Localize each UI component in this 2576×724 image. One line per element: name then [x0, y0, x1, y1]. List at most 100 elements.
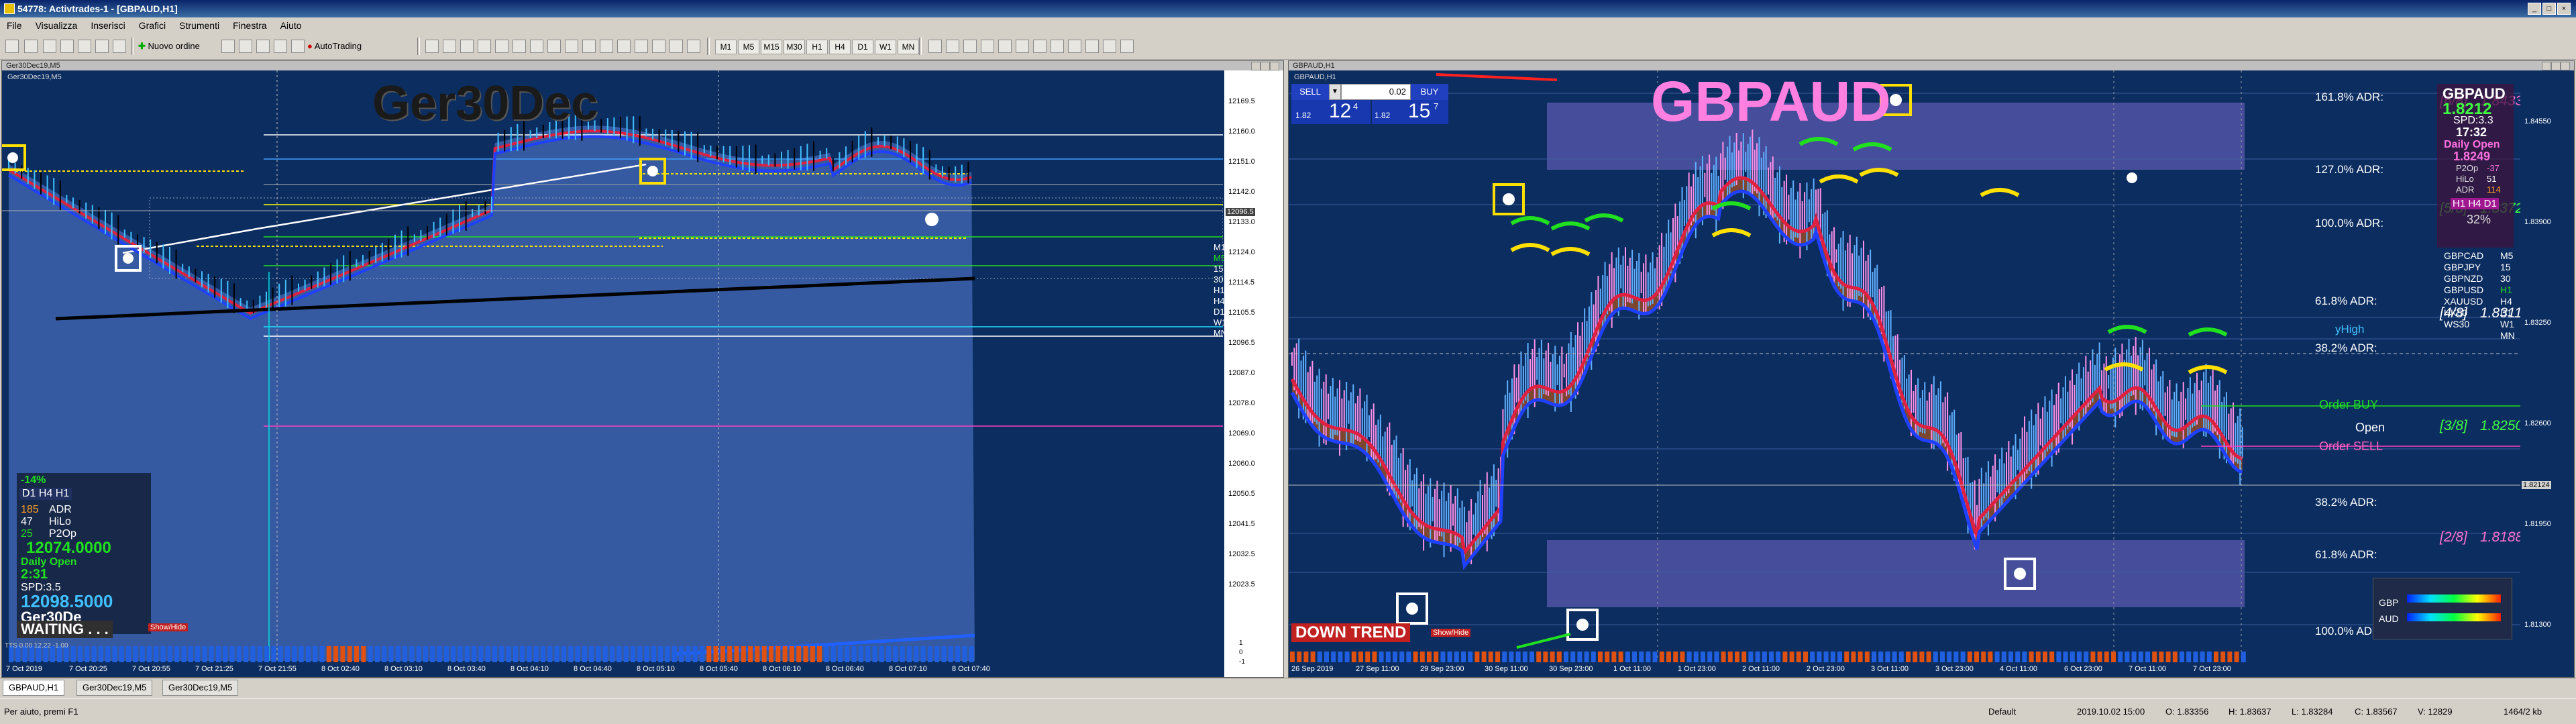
pair-list-symbol[interactable]: GBPJPY	[2444, 262, 2481, 272]
chart-minimize-button[interactable]	[2542, 62, 2551, 70]
pair-list-tf[interactable]: D1	[2500, 307, 2512, 318]
timeframe-button-h1[interactable]: H1	[806, 40, 828, 54]
settings-icon[interactable]	[652, 40, 665, 53]
label-tool-icon[interactable]	[1103, 40, 1116, 53]
timeframe-button-w1[interactable]: W1	[875, 40, 896, 54]
buy-price-box[interactable]: 1.82 15 7	[1372, 100, 1448, 124]
menu-window[interactable]: Finestra	[226, 17, 274, 34]
autotrading-button[interactable]: ● AutoTrading	[307, 38, 362, 54]
zoom-icon[interactable]	[669, 40, 683, 53]
menu-tools[interactable]: Strumenti	[172, 17, 226, 34]
chart-window-ger30[interactable]: Ger30Dec19,M5 Ger30Dec19,M5 Ger30Dec M1 M…	[1, 60, 1284, 678]
trendline-icon[interactable]	[998, 40, 1012, 53]
arrow-tool-icon[interactable]	[1120, 40, 1134, 53]
pair-list-tf[interactable]: W1	[2500, 319, 2514, 329]
fibonacci-icon[interactable]	[1033, 40, 1046, 53]
timeframe-button-mn[interactable]: MN	[898, 40, 919, 54]
tf-list-item[interactable]: 15	[1214, 264, 1223, 274]
data-window-icon[interactable]	[60, 40, 74, 53]
zoom-in-icon[interactable]	[478, 40, 491, 53]
templates-icon[interactable]	[600, 40, 613, 53]
time-scale[interactable]: 7 Oct 2019 7 Oct 20:25 7 Oct 20:55 7 Oct 21…	[2, 662, 1224, 677]
chart-minimize-button[interactable]	[1251, 62, 1260, 70]
tab-gbpaud-h1[interactable]: GBPAUD,H1	[3, 680, 65, 696]
pair-list-tf[interactable]: H1	[2500, 285, 2512, 295]
tab-ger30-m5-2[interactable]: Ger30Dec19,M5	[162, 680, 239, 696]
ger30-price-chart[interactable]	[2, 70, 1223, 677]
pair-list-tf[interactable]: M5	[2500, 250, 2513, 261]
pair-list-symbol[interactable]: HK50	[2444, 307, 2467, 318]
menu-help[interactable]: Aiuto	[274, 17, 309, 34]
tf-list-item[interactable]: D1	[1214, 307, 1225, 317]
chart-window-gbpaud[interactable]: GBPAUD,H1 GBPAUD,H1 GBPAUD SELL ▼ 0.02 B…	[1288, 60, 2575, 678]
fit-icon[interactable]	[687, 40, 700, 53]
menu-file[interactable]: File	[0, 17, 29, 34]
lot-size-input[interactable]: 0.02	[1341, 84, 1411, 100]
price-scale[interactable]: 12169.5 12160.0 12151.0 12142.0 12133.0 12124…	[1224, 70, 1283, 677]
show-hide-button[interactable]: Show/Hide	[1431, 629, 1471, 637]
chart-shift-icon[interactable]	[547, 40, 561, 53]
tf-list-item[interactable]: H4	[1214, 296, 1225, 306]
menu-view[interactable]: Visualizza	[29, 17, 85, 34]
tester-icon[interactable]	[113, 40, 126, 53]
pair-list-tf[interactable]: 15	[2500, 262, 2511, 272]
cursor-icon[interactable]	[928, 40, 942, 53]
chart-close-button[interactable]	[1270, 62, 1279, 70]
chart-close-button[interactable]	[2561, 62, 2570, 70]
timeframe-button-m15[interactable]: M15	[761, 40, 782, 54]
new-order-button[interactable]: ✚ Nuovo ordine	[138, 38, 200, 54]
tf-list-item[interactable]: 30	[1214, 274, 1223, 285]
pair-list-symbol[interactable]: GBPNZD	[2444, 273, 2483, 284]
timeframe-button-m30[interactable]: M30	[784, 40, 805, 54]
vertical-line-icon[interactable]	[963, 40, 977, 53]
gbpaud-price-chart[interactable]	[1289, 70, 2520, 677]
info-tf-selector[interactable]: H1 H4 D1	[2451, 198, 2499, 209]
menu-charts[interactable]: Grafici	[132, 17, 172, 34]
pair-list-tf[interactable]: 30	[2500, 273, 2511, 284]
tile-windows-icon[interactable]	[513, 40, 526, 53]
timeframe-button-d1[interactable]: D1	[852, 40, 873, 54]
candlestick-icon[interactable]	[443, 40, 456, 53]
timeframe-button-m5[interactable]: M5	[738, 40, 759, 54]
zoom-out-icon[interactable]	[495, 40, 508, 53]
indicators-icon[interactable]	[565, 40, 578, 53]
menu-insert[interactable]: Inserisci	[84, 17, 131, 34]
close-button[interactable]: ×	[2557, 3, 2571, 15]
new-chart-icon[interactable]	[5, 40, 19, 53]
horizontal-line-icon[interactable]	[981, 40, 994, 53]
timeframe-button-m1[interactable]: M1	[715, 40, 737, 54]
lot-dropdown-icon[interactable]: ▼	[1329, 84, 1341, 100]
time-scale[interactable]: 26 Sep 2019 27 Sep 11:00 29 Sep 23:00 30 Se…	[1289, 662, 2520, 677]
pitchfork-icon[interactable]	[1068, 40, 1081, 53]
pair-list-symbol[interactable]: GBPCAD	[2444, 250, 2483, 261]
terminal-icon[interactable]	[95, 40, 109, 53]
tab-ger30-m5[interactable]: Ger30Dec19,M5	[76, 680, 153, 696]
profiles-icon[interactable]	[24, 40, 38, 53]
signals-icon[interactable]	[239, 40, 252, 53]
line-chart-icon[interactable]	[460, 40, 474, 53]
maximize-button[interactable]: □	[2542, 3, 2556, 15]
market-watch-icon[interactable]	[43, 40, 56, 53]
pair-list-symbol[interactable]: WS30	[2444, 319, 2469, 329]
text-tool-icon[interactable]	[1085, 40, 1099, 53]
sell-price-box[interactable]: 1.82 12 4	[1291, 100, 1371, 124]
minimize-button[interactable]: _	[2528, 3, 2541, 15]
pair-list-tf[interactable]: H4	[2500, 296, 2512, 307]
autotrading-status-icon[interactable]	[291, 40, 305, 53]
show-hide-button[interactable]: Show/Hide	[148, 623, 189, 631]
meta-editor-icon[interactable]	[221, 40, 235, 53]
properties-icon[interactable]	[635, 40, 648, 53]
market-icon[interactable]	[256, 40, 270, 53]
pair-list-symbol[interactable]: GBPUSD	[2444, 285, 2483, 295]
auto-scroll-icon[interactable]	[530, 40, 543, 53]
buy-button[interactable]: BUY	[1411, 84, 1448, 100]
price-scale[interactable]: 1.84550 1.83900 1.83250 1.82600 1.81950 1.813…	[2520, 70, 2574, 677]
navigator-icon[interactable]	[78, 40, 91, 53]
crosshair-icon[interactable]	[946, 40, 959, 53]
gann-icon[interactable]	[1051, 40, 1064, 53]
sell-button[interactable]: SELL	[1291, 84, 1329, 100]
pair-list-tf[interactable]: MN	[2500, 330, 2515, 341]
tf-selector[interactable]: D1 H4 H1	[19, 488, 72, 500]
chart-maximize-button[interactable]	[2551, 62, 2561, 70]
chart-maximize-button[interactable]	[1260, 62, 1270, 70]
